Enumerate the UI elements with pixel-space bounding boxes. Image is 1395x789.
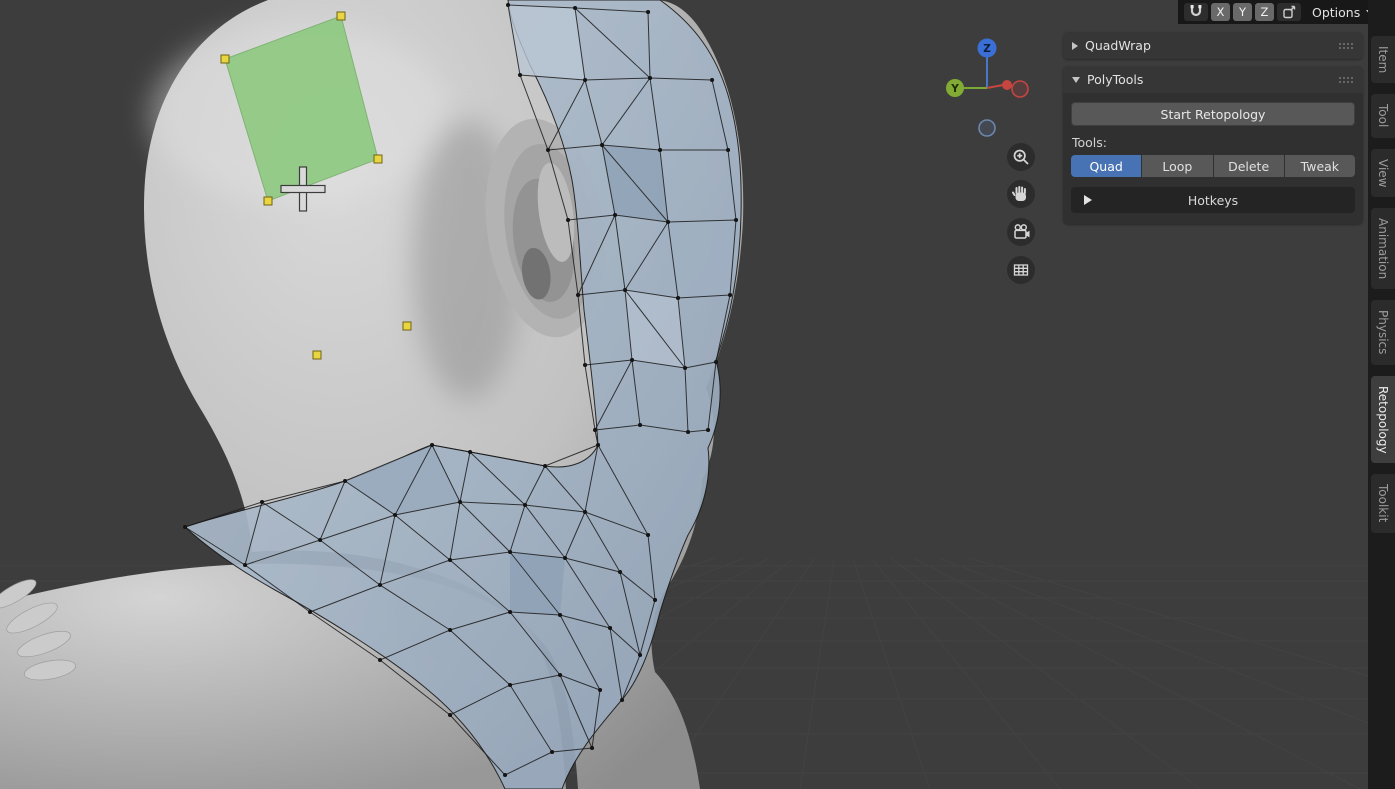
- tab-physics[interactable]: Physics: [1371, 300, 1395, 365]
- tab-item[interactable]: Item: [1371, 36, 1395, 84]
- gizmo-z-label: Z: [983, 43, 991, 55]
- panel-grip-handle[interactable]: [1339, 76, 1354, 84]
- tool-mode-row: Quad Loop Delete Tweak: [1071, 155, 1355, 177]
- gizmo-axis-x-negative[interactable]: [1011, 80, 1029, 98]
- gizmo-axis-x-positive[interactable]: [1002, 80, 1012, 90]
- snap-magnet-icon: [1190, 5, 1202, 17]
- quadwrap-panel-header[interactable]: QuadWrap: [1063, 32, 1363, 59]
- snap-button[interactable]: [1184, 3, 1208, 21]
- axis-y-toggle[interactable]: Y: [1233, 3, 1252, 21]
- quadwrap-panel-title: QuadWrap: [1085, 38, 1151, 53]
- tab-toolkit[interactable]: Toolkit: [1371, 474, 1395, 533]
- tab-animation[interactable]: Animation: [1371, 208, 1395, 290]
- quadwrap-panel: QuadWrap: [1063, 32, 1363, 59]
- axis-z-toggle[interactable]: Z: [1255, 3, 1274, 21]
- gizmo-y-label: Y: [950, 83, 959, 95]
- sidebar-tab-strip: Item Tool View Animation Physics Retopol…: [1368, 0, 1395, 789]
- proportional-editing-icon: [1283, 5, 1296, 19]
- panel-grip-handle[interactable]: [1339, 42, 1354, 50]
- triangle-right-icon: [1084, 195, 1092, 205]
- tool-delete-button[interactable]: Delete: [1213, 155, 1284, 177]
- tab-tool[interactable]: Tool: [1371, 94, 1395, 138]
- options-dropdown[interactable]: Options: [1309, 5, 1377, 20]
- gizmo-axis-z-negative[interactable]: [978, 119, 996, 137]
- options-label: Options: [1312, 4, 1361, 20]
- polytools-panel-title: PolyTools: [1087, 72, 1144, 87]
- axis-x-toggle[interactable]: X: [1211, 3, 1230, 21]
- tool-quad-button[interactable]: Quad: [1071, 155, 1142, 177]
- tab-retopology[interactable]: Retopology: [1371, 375, 1395, 464]
- n-panel-sidebar: QuadWrap PolyTools Start Retopology Tool…: [1063, 32, 1363, 231]
- toggle-ortho-button[interactable]: [1007, 256, 1035, 284]
- grid-icon: [1013, 264, 1029, 276]
- navigation-gizmo[interactable]: Z Y: [930, 28, 1050, 146]
- polytools-panel-header[interactable]: PolyTools: [1063, 66, 1363, 93]
- start-retopology-button[interactable]: Start Retopology: [1071, 102, 1355, 126]
- move-view-button[interactable]: [1007, 180, 1035, 208]
- camera-view-button[interactable]: [1007, 218, 1035, 246]
- tab-view[interactable]: View: [1371, 148, 1395, 198]
- tool-loop-button[interactable]: Loop: [1142, 155, 1213, 177]
- hotkeys-subpanel-header[interactable]: Hotkeys: [1071, 187, 1355, 213]
- polytools-panel: PolyTools Start Retopology Tools: Quad L…: [1063, 66, 1363, 224]
- camera-icon: [1014, 224, 1030, 239]
- blender-window: X Y Z Options Z Y QuadWrap PolyTools Sta…: [0, 0, 1395, 789]
- zoom-icon: [1013, 149, 1029, 165]
- tool-tweak-button[interactable]: Tweak: [1284, 155, 1355, 177]
- chevron-right-icon: [1072, 41, 1078, 50]
- tools-label: Tools:: [1072, 135, 1108, 150]
- proportional-editing-button[interactable]: [1277, 3, 1301, 21]
- hand-icon: [1012, 186, 1026, 201]
- viewport-header: X Y Z Options: [1178, 0, 1395, 24]
- zoom-button[interactable]: [1007, 143, 1035, 171]
- polytools-panel-body: Start Retopology Tools: Quad Loop Delete…: [1063, 93, 1363, 224]
- chevron-down-icon: [1072, 76, 1080, 83]
- hotkeys-label: Hotkeys: [1187, 192, 1239, 208]
